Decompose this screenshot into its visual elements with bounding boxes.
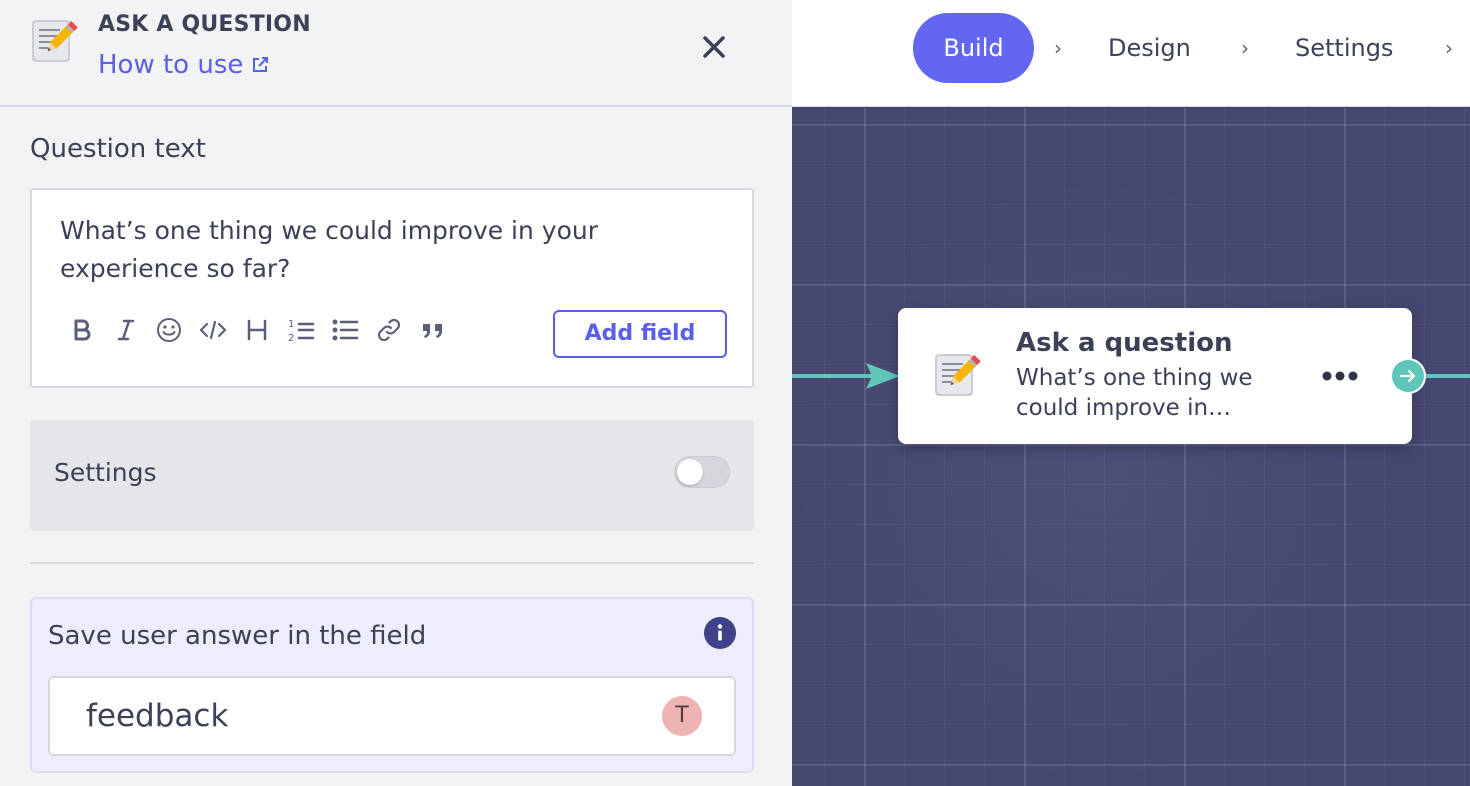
question-config-panel: ASK A QUESTION How to use Question text … [0, 0, 792, 786]
memo-pencil-icon [32, 20, 78, 62]
heading-icon[interactable] [243, 316, 271, 344]
top-navigation: Build › Design › Settings › [792, 0, 1470, 107]
incoming-edge [792, 374, 872, 378]
node-title: Ask a question [1016, 328, 1233, 358]
settings-toggle[interactable] [674, 456, 730, 488]
save-answer-label: Save user answer in the field [48, 621, 427, 651]
chevron-right-icon: › [1241, 36, 1249, 60]
how-to-use-link[interactable]: How to use [98, 50, 269, 80]
answer-field-select[interactable]: feedback T [48, 676, 736, 756]
more-options-icon[interactable] [1322, 370, 1358, 382]
emoji-icon[interactable] [155, 316, 183, 344]
close-icon[interactable] [700, 33, 728, 61]
link-icon[interactable] [375, 316, 403, 344]
settings-label: Settings [54, 458, 157, 487]
italic-icon[interactable] [112, 316, 140, 344]
arrow-right-icon [1399, 369, 1416, 383]
output-port[interactable] [1390, 358, 1426, 394]
code-icon[interactable] [199, 316, 227, 344]
toggle-knob [677, 459, 703, 485]
settings-row[interactable]: Settings [30, 420, 754, 531]
step-design-button[interactable]: Design [1108, 13, 1191, 83]
info-icon[interactable] [704, 617, 736, 649]
question-text-label: Question text [30, 134, 206, 164]
external-link-icon [253, 57, 269, 72]
ordered-list-icon[interactable]: 1 2 [287, 316, 315, 344]
question-text-editor[interactable]: What’s one thing we could improve in you… [30, 188, 754, 388]
chevron-right-icon: › [1054, 36, 1062, 60]
svg-text:1: 1 [288, 319, 294, 330]
bold-icon[interactable] [68, 316, 96, 344]
divider [30, 562, 754, 564]
save-answer-section: Save user answer in the field feedback T [30, 597, 754, 773]
outgoing-edge [1424, 374, 1470, 378]
field-type-avatar: T [662, 696, 702, 736]
svg-text:2: 2 [288, 333, 294, 344]
step-build-button[interactable]: Build [913, 13, 1034, 83]
bullet-list-icon[interactable] [331, 316, 359, 344]
answer-field-value: feedback [86, 698, 229, 734]
panel-title: ASK A QUESTION [98, 12, 311, 37]
flow-canvas[interactable] [792, 108, 1470, 786]
step-settings-button[interactable]: Settings [1295, 13, 1393, 83]
quote-icon[interactable] [419, 316, 447, 344]
chevron-right-icon: › [1445, 36, 1453, 60]
panel-header: ASK A QUESTION How to use [0, 0, 792, 107]
how-to-use-label: How to use [98, 50, 244, 80]
arrow-head-icon [866, 363, 900, 389]
add-field-button[interactable]: Add field [553, 310, 727, 358]
question-text-content[interactable]: What’s one thing we could improve in you… [60, 212, 700, 288]
node-description: What’s one thing we could improve in… [1016, 365, 1253, 421]
question-node-card[interactable]: Ask a question What’s one thing we could… [898, 308, 1426, 444]
memo-pencil-icon [935, 354, 981, 396]
